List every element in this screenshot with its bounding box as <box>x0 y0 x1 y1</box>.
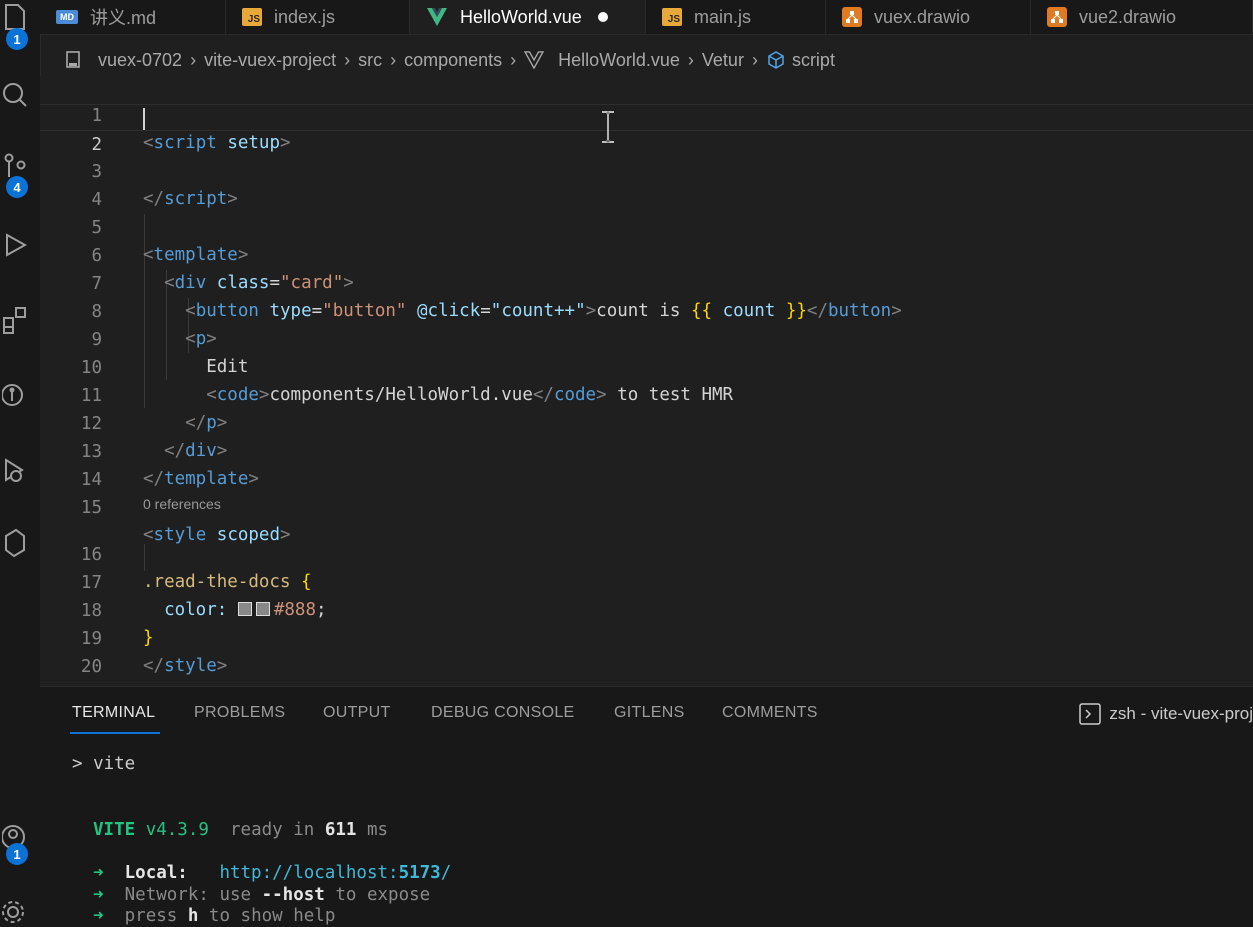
tab-label: main.js <box>694 6 752 27</box>
chevron-right-icon: › <box>390 49 397 70</box>
breadcrumb-item[interactable]: HelloWorld.vue <box>558 50 680 71</box>
text-cursor-ibeam-icon <box>600 110 616 149</box>
terminal-icon <box>1079 703 1102 725</box>
drawio-icon <box>842 7 862 27</box>
code-line: 5 <template> <box>40 188 1253 265</box>
accounts-badge: 1 <box>6 843 28 865</box>
tab-label: 讲义.md <box>90 8 157 28</box>
chevron-right-icon: › <box>751 49 758 70</box>
source-control-badge: 4 <box>6 176 28 198</box>
tab-output[interactable]: OUTPUT <box>323 704 391 722</box>
chevron-right-icon: › <box>190 49 197 70</box>
code-line: 6 <div class="card"> <box>40 216 1253 293</box>
code-line: 3 </script> <box>40 132 1253 209</box>
tab-vuex-drawio[interactable]: vuex.drawio <box>826 0 1031 34</box>
code-text: </style> <box>143 656 228 676</box>
drawio-icon <box>1047 7 1067 27</box>
breadcrumb-item[interactable]: vuex-0702 <box>98 50 182 71</box>
terminal-label: zsh - vite-vuex-proj <box>1109 704 1253 723</box>
code-line: 13 </template> <box>40 412 1253 489</box>
code-line: 8 <p> <box>40 272 1253 349</box>
activity-bar: 1 4 1 <box>0 0 41 927</box>
code-editor[interactable]: 1 <script setup> 2 3 </script> 4 5 <temp… <box>40 76 1253 686</box>
terminal-instance-selector[interactable]: zsh - vite-vuex-proj <box>1079 703 1253 725</box>
text-cursor <box>143 108 145 130</box>
tab-problems[interactable]: PROBLEMS <box>194 704 285 722</box>
tab-label: HelloWorld.vue <box>460 6 582 27</box>
git-graph-icon[interactable] <box>0 380 30 410</box>
breadcrumb-item[interactable]: script <box>792 50 835 71</box>
code-line: 9 Edit <box>40 300 1253 377</box>
explorer-badge: 1 <box>6 28 28 50</box>
code-line: 4 <box>40 160 1253 210</box>
cube-symbol-icon <box>766 50 786 70</box>
terminal-help-line: ➜ press h to show help <box>93 906 336 926</box>
breadcrumb: vuex-0702 › vite-vuex-project › src › compo… <box>64 46 835 74</box>
chevron-right-icon: › <box>510 49 517 70</box>
breadcrumb-item[interactable]: components <box>404 50 502 71</box>
javascript-icon: JS <box>242 8 262 26</box>
code-line: 15 <style scoped> <box>40 468 1253 545</box>
code-line: 17 color: #888; <box>40 543 1253 620</box>
chevron-right-icon: › <box>344 49 351 70</box>
extensions-icon[interactable] <box>0 305 30 335</box>
code-line-current: 2 <box>40 104 1253 155</box>
code-line: 11 </p> <box>40 356 1253 433</box>
breadcrumb-item[interactable]: Vetur <box>702 50 744 71</box>
editor-tab-bar: MD 讲义.md JS index.js HelloWorld.vue JS m… <box>40 0 1253 35</box>
folder-icon <box>64 51 82 69</box>
code-line: 1 <script setup> <box>40 76 1253 153</box>
code-line: 19 </style> <box>40 599 1253 676</box>
breadcrumb-item[interactable]: vite-vuex-project <box>204 50 336 71</box>
active-tab-indicator <box>70 732 160 734</box>
javascript-icon: JS <box>662 8 682 26</box>
tab-helloworld-vue[interactable]: HelloWorld.vue <box>410 0 646 34</box>
remote-explorer-icon[interactable] <box>0 455 30 485</box>
terminal-vite-ready-line: VITE v4.3.9 ready in 611 ms <box>93 820 389 840</box>
code-line: 20 <box>40 627 1253 677</box>
tab-label: index.js <box>274 6 336 27</box>
chevron-right-icon: › <box>687 49 694 70</box>
terminal-local-line: ➜ Local: http://localhost:5173/ <box>93 863 452 883</box>
tab-label: vue2.drawio <box>1079 6 1177 27</box>
code-line: 10 <code>components/HelloWorld.vue</code… <box>40 328 1253 405</box>
run-debug-icon[interactable] <box>0 230 30 260</box>
terminal-command-line: > vite <box>72 754 136 774</box>
tab-comments[interactable]: COMMENTS <box>722 704 818 722</box>
search-icon[interactable] <box>0 80 30 110</box>
settings-gear-icon[interactable] <box>0 895 30 925</box>
tab-label: vuex.drawio <box>874 6 971 27</box>
code-line: 16 .read-the-docs { <box>40 515 1253 592</box>
tab-vue2-drawio[interactable]: vue2.drawio <box>1031 0 1253 34</box>
code-line: 14 <box>40 440 1253 490</box>
tab-jiangyi-md[interactable]: MD 讲义.md <box>40 0 226 34</box>
unsaved-changes-dot-icon[interactable] <box>597 12 608 22</box>
line-number: 20 <box>80 657 102 677</box>
code-line: 18 } <box>40 571 1253 648</box>
tab-gitlens[interactable]: GITLENS <box>614 704 685 722</box>
docker-icon[interactable] <box>0 528 30 558</box>
tab-terminal[interactable]: TERMINAL <box>72 704 155 722</box>
tab-main-js[interactable]: JS main.js <box>646 0 826 34</box>
code-line: 12 </div> <box>40 384 1253 461</box>
breadcrumb-item[interactable]: src <box>358 50 382 71</box>
local-url-link[interactable]: http://localhost:5173/ <box>219 863 451 883</box>
code-line: 7 <button type="button" @click="count++"… <box>40 244 1253 321</box>
terminal-network-line: ➜ Network: use --host to expose <box>93 885 431 905</box>
vue-icon <box>426 7 448 27</box>
tab-debug-console[interactable]: DEBUG CONSOLE <box>431 704 575 722</box>
vue-icon <box>524 51 545 69</box>
markdown-icon: MD <box>56 10 78 24</box>
bottom-panel: TERMINAL PROBLEMS OUTPUT DEBUG CONSOLE G… <box>40 686 1253 927</box>
codelens-references[interactable]: 0 references <box>143 496 221 512</box>
tab-index-js[interactable]: JS index.js <box>226 0 410 34</box>
